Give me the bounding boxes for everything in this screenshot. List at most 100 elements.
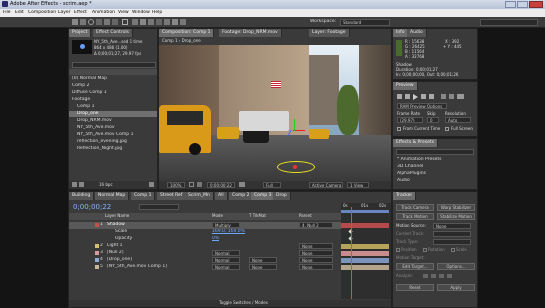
col-trkmat[interactable]: T TrkMat [249,213,266,219]
text-tool-icon[interactable] [140,19,146,25]
list-item[interactable]: Comp 2 [69,83,157,89]
list-item-selected[interactable]: Drop_one [69,111,157,117]
maximize-button[interactable] [517,1,528,8]
analyze-back-frame-icon[interactable] [431,274,436,278]
from-current-checkbox[interactable] [397,127,401,131]
layer-name[interactable]: [NY_5th_Ave.mov Comp 1] [107,264,207,270]
light-gizmo[interactable] [287,119,305,139]
tab-footage[interactable]: Footage: Drop_NRM.mov [219,29,282,37]
label-color[interactable] [95,244,99,248]
col-layer-name[interactable]: Layer Name [105,213,129,219]
list-item[interactable]: reflection_evening.jpg [69,139,157,145]
list-item[interactable]: (0) Normal Map [69,76,157,82]
workspace-dropdown[interactable]: Standard [340,19,390,26]
tab-composition[interactable]: Composition: Comp 1 [159,29,215,37]
resolution-dropdown[interactable]: Full [263,182,281,188]
grid-icon[interactable] [189,182,194,187]
pen-tool-icon[interactable] [132,19,138,25]
menu-layer[interactable]: Layer [58,10,71,16]
effects-item[interactable]: Audio [393,178,477,184]
audio-icon[interactable] [441,94,446,99]
menu-file[interactable]: File [3,10,11,16]
tab-timeline[interactable]: Comp 1 [131,192,156,200]
timeline-timecode[interactable]: 0;00;00;22 [73,203,111,211]
tab-timeline[interactable]: Drop [273,192,291,200]
interpret-footage-icon[interactable] [72,182,77,187]
table-row[interactable]: 5 [NY_5th_Ave.mov Comp 1] Normal None No… [69,264,341,271]
help-search-input[interactable] [480,19,538,26]
current-time-field[interactable]: 0;00;00;22 [207,182,235,188]
timeline-search-input[interactable] [139,204,179,210]
apply-button[interactable]: Apply [437,284,475,291]
next-frame-icon[interactable] [421,94,426,99]
layer-bar[interactable] [341,244,389,249]
table-row[interactable]: 4 [Drop_one] Normal None None [69,257,341,264]
clone-tool-icon[interactable] [156,19,162,25]
frame-rate-dropdown[interactable]: (29.97) [397,117,423,123]
layer-name[interactable]: [Null 2] [107,250,124,256]
layer-bar[interactable] [341,258,389,263]
new-folder-icon[interactable] [79,182,84,187]
analyze-backward-icon[interactable] [423,274,428,278]
layer-mode[interactable]: Normal [212,257,240,263]
layer-parent[interactable]: None [299,264,333,270]
analyze-forward-frame-icon[interactable] [439,274,444,278]
property-value[interactable]: 169.0, 169.0% [212,229,245,235]
layer-name[interactable]: [Drop_one] [107,257,132,263]
table-row[interactable]: 2 Light 1 None [69,243,341,250]
last-frame-icon[interactable] [429,94,434,99]
play-icon[interactable] [413,94,418,100]
minimize-button[interactable] [505,1,516,8]
warp-stabilizer-button[interactable]: Warp Stabilizer [437,204,475,211]
property-name[interactable]: Scale [115,229,127,235]
snapshot-icon[interactable] [197,182,202,187]
track-type-dropdown[interactable] [433,239,471,245]
label-color[interactable] [95,251,99,255]
tab-timeline[interactable]: Comp 3 [251,192,276,200]
tab-timeline[interactable]: Street Ref [157,192,187,200]
label-color[interactable] [95,265,99,269]
table-row[interactable]: Opacity 0% [69,236,341,243]
tab-tracker[interactable]: Tracker [393,192,417,200]
tab-timeline[interactable]: Normal Map [95,192,130,200]
table-row[interactable]: Scale 169.0, 169.0% [69,229,341,236]
resolution-dropdown[interactable]: Auto [445,117,471,123]
ram-preview-icon[interactable] [457,94,464,99]
close-button[interactable] [529,1,543,8]
label-color[interactable] [95,223,99,227]
layer-mode[interactable]: Normal [212,264,240,270]
effects-item[interactable]: * Animation Presets [393,157,477,163]
layer-trkmat[interactable]: None [249,257,277,263]
list-item[interactable]: NY_5th_Ave.mov [69,125,157,131]
effects-search-input[interactable] [396,149,474,155]
current-track-dropdown[interactable] [433,231,471,237]
selection-tool-icon[interactable] [72,19,78,25]
col-parent[interactable]: Parent [299,213,312,219]
col-mode[interactable]: Mode [212,213,223,219]
active-camera-dropdown[interactable]: Active Camera [309,182,343,188]
tab-effects-presets[interactable]: Effects & Presets [393,139,439,147]
shadow-anchor[interactable] [293,165,297,169]
table-row[interactable]: 3 [Null 2] Normal None [69,250,341,257]
brush-tool-icon[interactable] [148,19,154,25]
trash-icon[interactable] [149,182,154,187]
layer-parent[interactable]: 4. Null 2 [299,222,333,228]
menu-animation[interactable]: Animation [92,10,115,16]
menu-view[interactable]: View [118,10,129,16]
rotate-tool-icon[interactable] [96,19,102,25]
layer-name[interactable]: Light 1 [107,243,123,249]
view-layout-dropdown[interactable]: 1 View [347,182,369,188]
tab-timeline[interactable]: Building [69,192,95,200]
list-item[interactable]: Comp 1 [69,104,157,110]
stabilize-motion-button[interactable]: Stabilize Motion [437,213,475,220]
zoom-tool-icon[interactable] [88,19,94,25]
hand-tool-icon[interactable] [80,19,86,25]
scale-checkbox[interactable] [451,248,455,252]
layer-bar[interactable] [341,265,389,270]
effects-item[interactable]: AlphaPlugins [393,171,477,177]
analyze-forward-icon[interactable] [447,274,452,278]
tab-project[interactable]: Project [69,29,92,37]
list-item[interactable]: Reflection_Night.jpg [69,146,157,152]
options-button[interactable]: Options... [437,263,475,270]
tab-timeline[interactable]: All [215,192,228,200]
